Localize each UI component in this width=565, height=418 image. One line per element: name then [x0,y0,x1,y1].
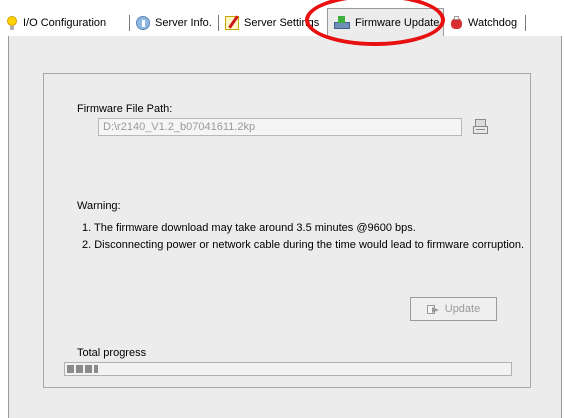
firmware-path-input[interactable]: D:\r2140_V1.2_b07041611.2kp [98,118,462,136]
firmware-icon [334,15,350,30]
tab-server-info[interactable]: Server Info. [130,12,219,34]
tab-label: Server Settings [244,17,320,29]
tab-label: Firmware Update [355,16,440,29]
tab-bar: I/O Configuration Server Info. Server Se… [0,0,565,38]
browse-file-icon[interactable] [473,118,489,136]
tab-label: Watchdog [468,17,518,29]
tab-watchdog[interactable]: Watchdog [444,12,526,34]
tab-io-configuration[interactable]: I/O Configuration [0,12,130,34]
warning-line-2: 2. Disconnecting power or network cable … [82,239,525,251]
tab-separator [525,15,526,31]
tab-label: I/O Configuration [23,17,107,29]
total-progress-label: Total progress [77,347,147,359]
total-progress-bar [64,362,512,376]
update-icon [426,304,440,315]
watchdog-icon [450,16,463,30]
progress-fill [67,365,98,373]
tab-label: Server Info. [155,17,212,29]
info-icon [136,16,150,30]
tab-server-settings[interactable]: Server Settings [219,12,327,34]
update-button[interactable]: Update [410,297,497,321]
tab-firmware-update[interactable]: Firmware Update [327,8,444,36]
settings-icon [225,16,239,30]
warning-line-1: 1. The firmware download may take around… [82,222,416,234]
warning-label: Warning: [77,200,121,212]
firmware-path-label: Firmware File Path: [77,103,173,115]
update-button-label: Update [444,303,481,315]
bulb-icon [6,16,18,30]
